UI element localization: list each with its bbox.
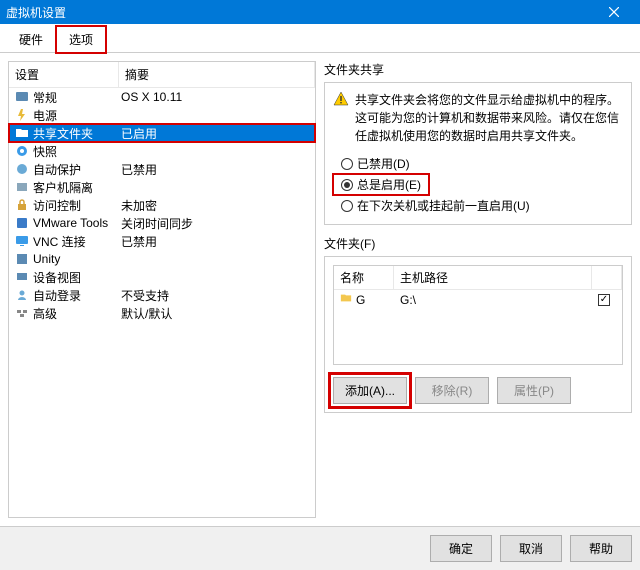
warning-icon [333,91,349,145]
row-autoprotect[interactable]: 自动保护 已禁用 [9,160,315,178]
close-button[interactable] [594,0,634,24]
folder-icon [13,126,31,140]
radio-disabled[interactable]: 已禁用(D) [333,153,623,174]
radio-always-enabled[interactable]: 总是启用(E) [333,174,429,195]
unity-icon [13,252,31,266]
folders-list[interactable]: 名称 主机路径 G G:\ [333,265,623,365]
row-shared-folders[interactable]: 共享文件夹 已启用 [9,124,315,142]
radio-until-shutdown[interactable]: 在下次关机或挂起前一直启用(U) [333,195,623,216]
folder-props-button[interactable]: 属性(P) [497,377,571,404]
row-access[interactable]: 访问控制 未加密 [9,196,315,214]
sharing-fieldset: 共享文件夹会将您的文件显示给虚拟机中的程序。这可能为您的计算机和数据带来风险。请… [324,82,632,225]
vnc-icon [13,234,31,248]
general-icon [13,90,31,104]
folders-label: 文件夹(F) [324,235,632,252]
warning-text: 共享文件夹会将您的文件显示给虚拟机中的程序。这可能为您的计算机和数据带来风险。请… [355,91,623,145]
radio-icon [341,179,353,191]
row-autologin[interactable]: 自动登录 不受支持 [9,286,315,304]
folder-icon [340,292,356,307]
col-summary[interactable]: 摘要 [119,62,315,87]
lock-icon [13,198,31,212]
row-vnc[interactable]: VNC 连接 已禁用 [9,232,315,250]
vm-settings-window: 虚拟机设置 硬件 选项 设置 摘要 常规 OS X 10.11 [0,0,640,570]
power-icon [13,108,31,122]
list-header: 设置 摘要 [9,62,315,88]
device-view-icon [13,270,31,284]
isolation-icon [13,180,31,194]
dialog-footer: 确定 取消 帮助 [0,526,640,570]
col-name[interactable]: 名称 [334,266,394,289]
row-general[interactable]: 常规 OS X 10.11 [9,88,315,106]
add-folder-button[interactable]: 添加(A)... [333,377,407,404]
remove-folder-button[interactable]: 移除(R) [415,377,489,404]
col-path[interactable]: 主机路径 [394,266,592,289]
window-title: 虚拟机设置 [6,4,594,21]
row-vmtools[interactable]: VMware Tools 关闭时间同步 [9,214,315,232]
snapshot-icon [13,144,31,158]
folders-fieldset: 名称 主机路径 G G:\ 添加(A)... 移除(R) 属性(P) [324,256,632,413]
autologin-icon [13,288,31,302]
col-setting[interactable]: 设置 [9,62,119,87]
radio-icon [341,200,353,212]
radio-icon [341,158,353,170]
row-advanced[interactable]: 高级 默认/默认 [9,304,315,322]
folder-enabled-checkbox[interactable] [598,294,610,306]
row-isolation[interactable]: 客户机隔离 [9,178,315,196]
close-icon [609,7,619,17]
row-unity[interactable]: Unity [9,250,315,268]
tab-options[interactable]: 选项 [56,26,106,53]
cancel-button[interactable]: 取消 [500,535,562,562]
row-device-view[interactable]: 设备视图 [9,268,315,286]
autoprotect-icon [13,162,31,176]
folders-header: 名称 主机路径 [334,266,622,290]
ok-button[interactable]: 确定 [430,535,492,562]
row-power[interactable]: 电源 [9,106,315,124]
advanced-icon [13,306,31,320]
tools-icon [13,216,31,230]
folder-row[interactable]: G G:\ [334,290,622,309]
col-enabled[interactable] [592,266,622,289]
help-button[interactable]: 帮助 [570,535,632,562]
titlebar: 虚拟机设置 [0,0,640,24]
tab-strip: 硬件 选项 [0,24,640,53]
tab-hardware[interactable]: 硬件 [6,26,56,52]
sharing-label: 文件夹共享 [324,61,632,78]
row-snapshot[interactable]: 快照 [9,142,315,160]
settings-list[interactable]: 设置 摘要 常规 OS X 10.11 电源 [8,61,316,518]
